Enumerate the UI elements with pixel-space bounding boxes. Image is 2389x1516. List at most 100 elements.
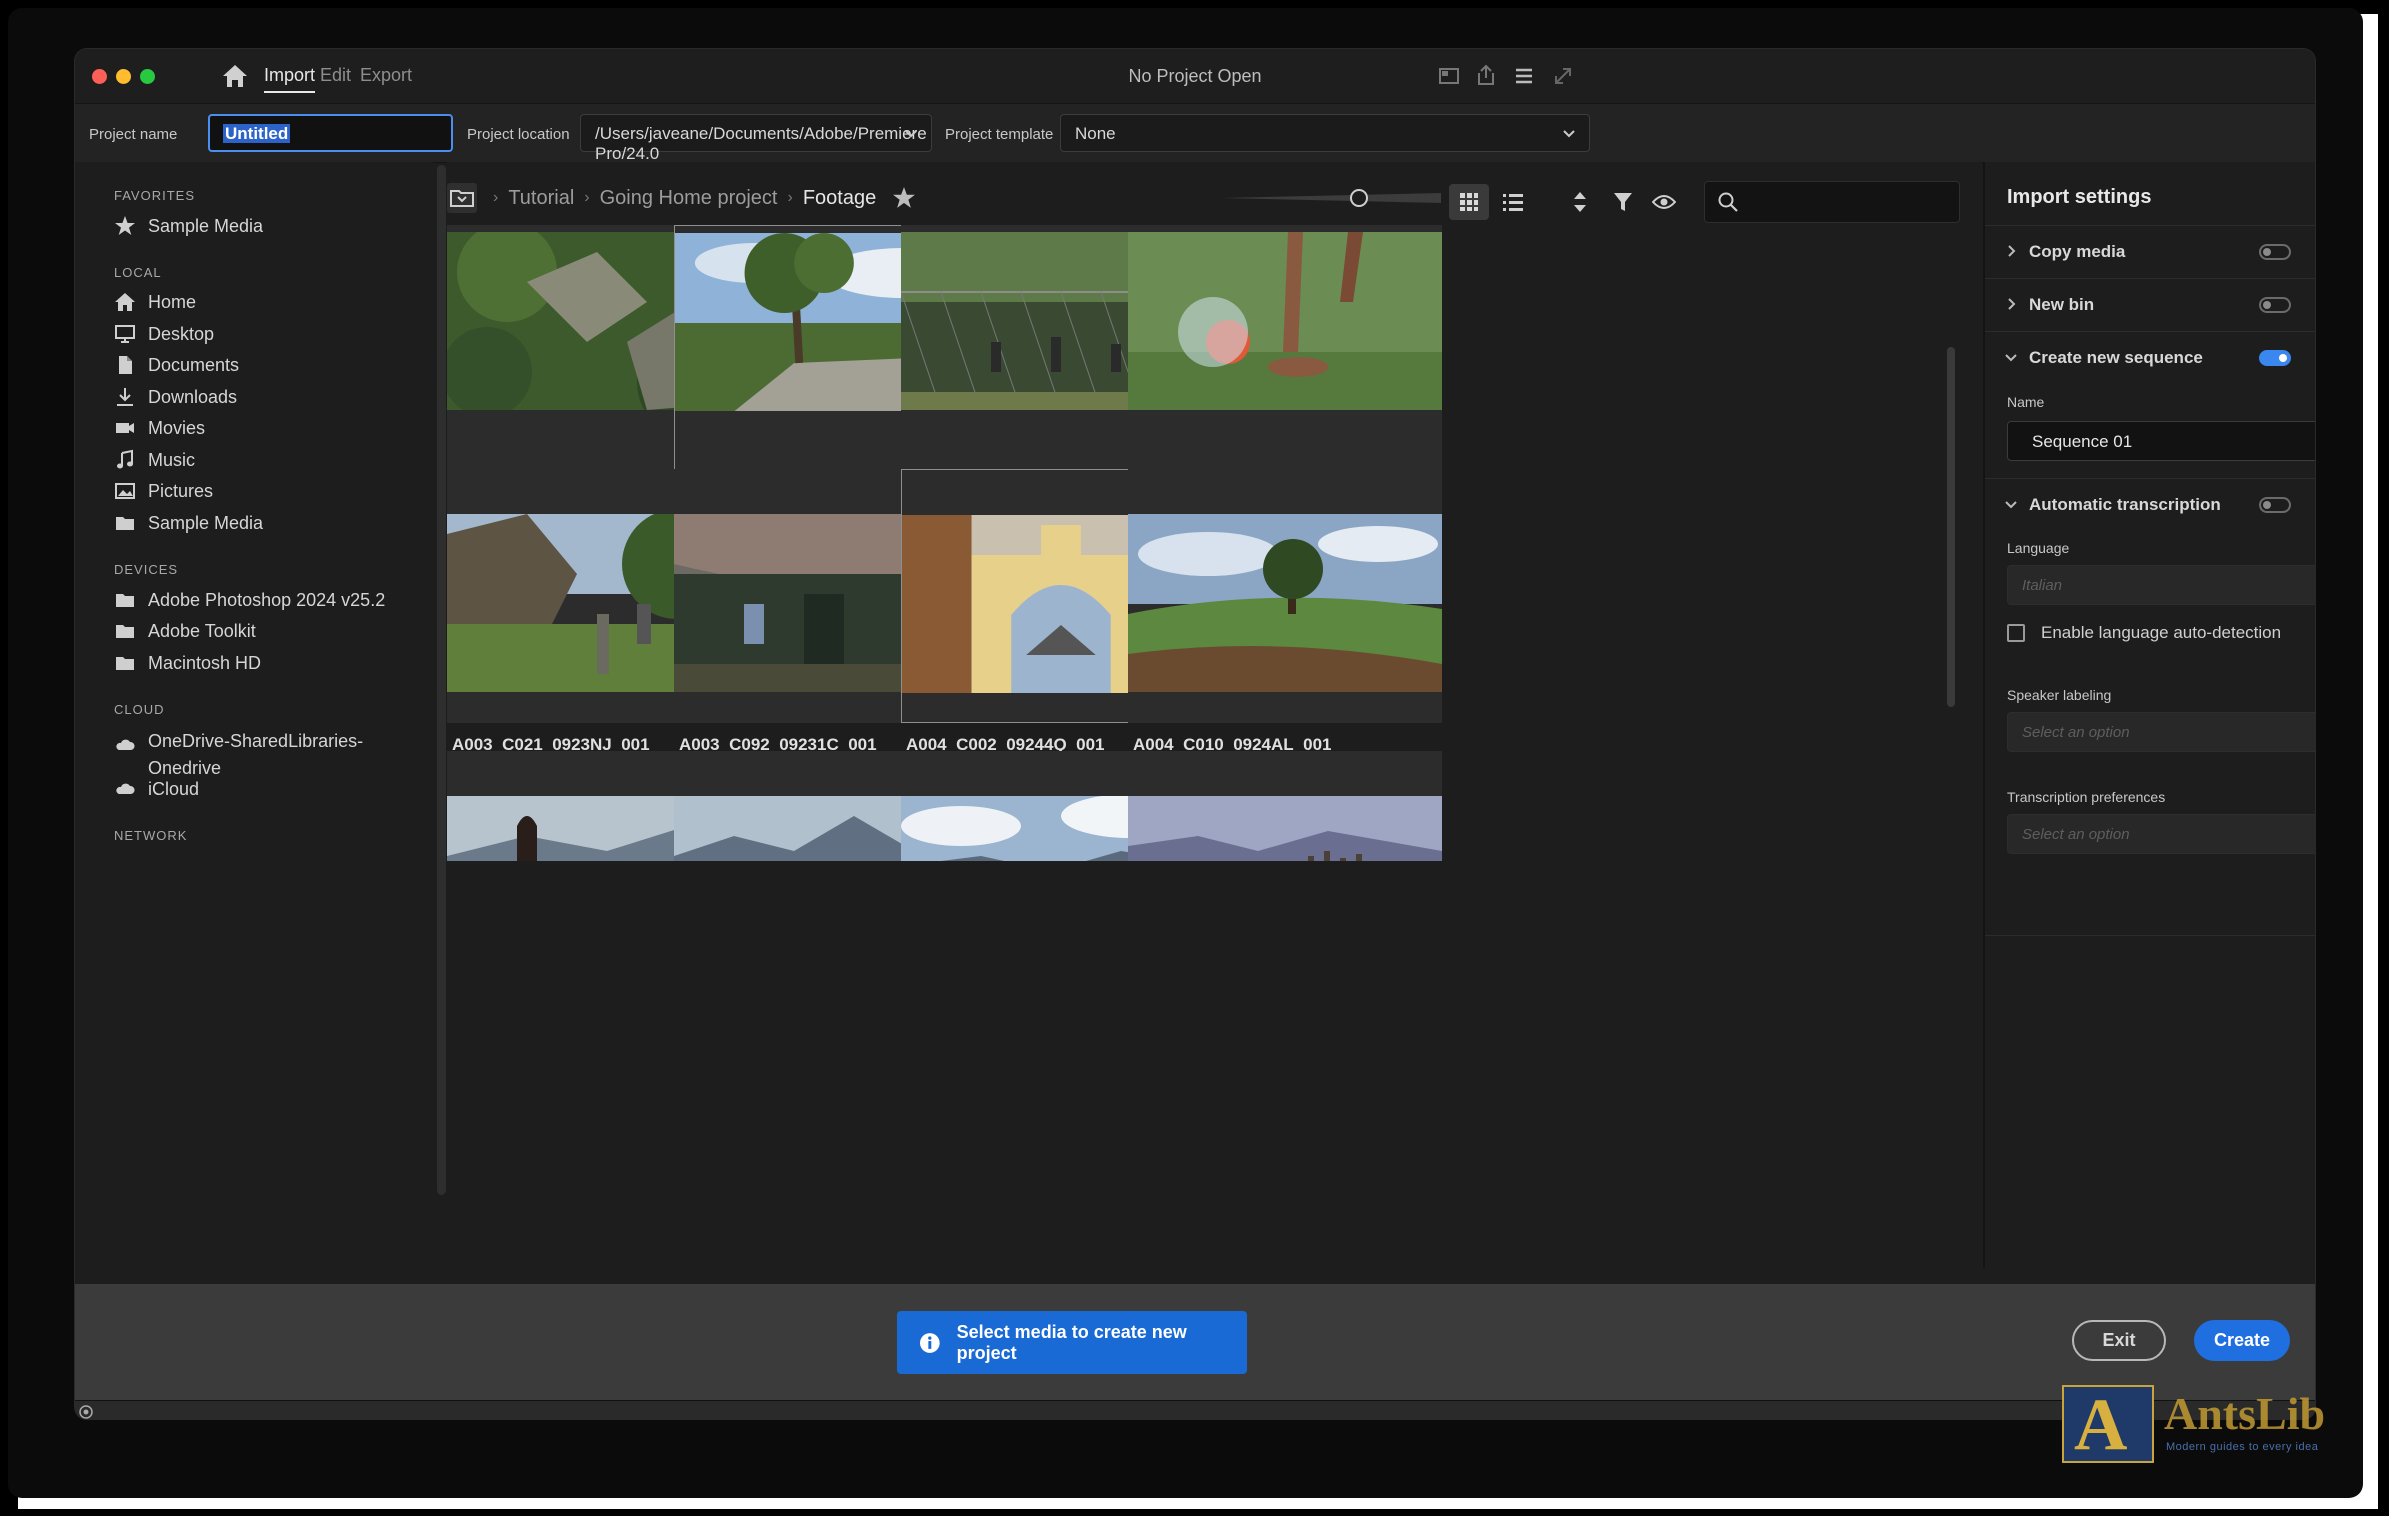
picture-icon — [115, 483, 135, 499]
chevron-down-icon[interactable] — [2005, 498, 2017, 510]
transcription-toggle[interactable] — [2259, 497, 2291, 513]
premiere-window: Import Edit Export No Project Open Proje… — [75, 49, 2315, 1419]
sidebar-item-label: Home — [148, 291, 197, 312]
sidebar-item-pictures[interactable]: Pictures — [114, 477, 213, 505]
chevron-right-icon — [2008, 298, 2016, 310]
speaker-labeling-dropdown[interactable]: Select an option — [2007, 712, 2315, 752]
clip-grid: A002_C018_0922BW_002MP4 • :01A002_C052_0… — [373, 162, 1908, 1268]
home-icon — [115, 293, 135, 311]
sidebar-item-label: Adobe Toolkit — [148, 620, 256, 641]
sidebar-item-desktop[interactable]: Desktop — [114, 320, 214, 348]
create-button[interactable]: Create — [2194, 1320, 2290, 1361]
sequence-name-input[interactable]: Sequence 01 — [2007, 421, 2315, 461]
sidebar-item-movies[interactable]: Movies — [114, 414, 205, 442]
checkbox-box[interactable] — [2007, 624, 2025, 642]
window-title: No Project Open — [1128, 66, 1262, 86]
download-icon — [117, 388, 133, 406]
media-browser: › Tutorial › Going Home project › Footag… — [447, 162, 1982, 1268]
language-value: Italian — [2022, 577, 2063, 594]
exit-button[interactable]: Exit — [2072, 1320, 2166, 1361]
chevron-down-icon[interactable] — [2005, 351, 2017, 363]
speaker-labeling-value: Select an option — [2022, 724, 2130, 741]
sidebar-item-label: Documents — [148, 354, 240, 375]
music-note-icon — [117, 449, 133, 469]
sidebar-item-label: Movies — [148, 417, 206, 438]
info-toast: Select media to create new project — [897, 1311, 1247, 1374]
sidebar-item-label: Downloads — [148, 386, 238, 407]
create-sequence-toggle[interactable] — [2259, 350, 2291, 366]
sidebar-item-sample-media-favorite[interactable]: Sample Media — [114, 212, 263, 240]
title-bar: Import Edit Export No Project Open — [75, 49, 2315, 103]
section-favorites: FAVORITES — [114, 188, 195, 203]
star-icon — [115, 216, 135, 235]
new-bin-row[interactable]: New bin — [1985, 278, 2315, 331]
section-network: NETWORK — [114, 828, 188, 843]
clip-thumbnail — [1128, 514, 1442, 692]
sidebar-item-label: OneDrive-SharedLibraries- — [148, 731, 364, 751]
speaker-labeling-label: Speaker labeling — [2007, 687, 2112, 703]
sidebar-item-label: Sample Media — [148, 215, 264, 236]
import-settings-title: Import settings — [2007, 186, 2152, 208]
clip-thumbnail-frame[interactable] — [1128, 751, 1442, 861]
fullscreen-icon[interactable] — [1548, 61, 1578, 91]
sidebar-item-icloud[interactable]: iCloud — [114, 775, 199, 803]
create-sequence-section: Create new sequence Name Sequence 01 — [1985, 331, 2315, 477]
sidebar-item-sample-media[interactable]: Sample Media — [114, 509, 263, 537]
sidebar-item-home[interactable]: Home — [114, 288, 196, 316]
movie-camera-icon — [116, 423, 134, 433]
cloud-icon — [116, 783, 135, 794]
autodetect-label: Enable language auto-detection — [2041, 623, 2282, 642]
folder-icon — [116, 517, 134, 530]
project-name-value: Untitled — [223, 124, 291, 143]
info-icon — [919, 1332, 940, 1353]
copy-media-toggle[interactable] — [2259, 244, 2291, 260]
clip-thumbnail-frame[interactable] — [1128, 225, 1442, 479]
project-template-dropdown[interactable]: None — [1060, 114, 1590, 152]
language-label: Language — [2007, 540, 2070, 556]
share-icon[interactable] — [1471, 61, 1501, 91]
transcription-prefs-label: Transcription preferences — [2007, 789, 2166, 805]
chevron-down-icon — [1563, 130, 1575, 138]
sidebar-item-label: Macintosh HD — [148, 652, 262, 673]
project-name-input[interactable]: Untitled — [208, 114, 453, 152]
watermark-tagline: Modern guides to every idea — [2166, 1441, 2319, 1453]
project-location-dropdown[interactable]: /Users/javeane/Documents/Adobe/Premiere … — [580, 114, 932, 163]
create-sequence-label: Create new sequence — [2029, 348, 2203, 367]
copy-media-row[interactable]: Copy media — [1985, 225, 2315, 278]
sidebar-item-documents[interactable]: Documents — [114, 351, 239, 379]
cloud-icon — [116, 739, 135, 750]
sidebar-item-adobe-toolkit[interactable]: Adobe Toolkit — [114, 617, 256, 645]
folder-icon — [116, 657, 134, 670]
folder-icon — [116, 594, 134, 607]
creative-cloud-icon[interactable] — [79, 1405, 93, 1419]
sidebar-item-music[interactable]: Music — [114, 446, 195, 474]
clip-thumbnail — [1128, 796, 1442, 861]
panel-layout-icon[interactable] — [1434, 61, 1464, 91]
clip-thumbnail-frame[interactable] — [1128, 469, 1442, 723]
sidebar-item-photoshop[interactable]: Adobe Photoshop 2024 v25.2 — [114, 586, 385, 614]
clip-card[interactable]: A004_C010_0924AL_001MP4 • :01 — [1128, 469, 1442, 782]
chevron-down-icon — [905, 130, 917, 138]
new-bin-toggle[interactable] — [2259, 297, 2291, 313]
clip-card[interactable] — [1128, 751, 1442, 861]
info-toast-text: Select media to create new project — [956, 1321, 1187, 1363]
grid-scrollbar[interactable] — [1947, 347, 1955, 707]
transcription-prefs-value: Select an option — [2022, 826, 2130, 843]
chevron-right-icon — [2008, 245, 2016, 257]
project-location-value: /Users/javeane/Documents/Adobe/Premiere … — [595, 124, 927, 163]
autodetect-checkbox[interactable]: Enable language auto-detection — [2007, 623, 2281, 643]
sidebar-item-label: Adobe Photoshop 2024 v25.2 — [148, 589, 386, 610]
status-bar — [75, 1400, 2315, 1419]
watermark: A AntsLib Modern guides to every idea — [2062, 1384, 2362, 1466]
transcription-prefs-dropdown[interactable]: Select an option — [2007, 814, 2315, 854]
watermark-brand: AntsLib — [2164, 1388, 2326, 1439]
panel-divider — [1985, 935, 2315, 936]
new-bin-label: New bin — [2029, 295, 2095, 314]
project-template-value: None — [1075, 124, 1116, 143]
workspace-menu-icon[interactable] — [1509, 61, 1539, 91]
language-dropdown[interactable]: Italian — [2007, 565, 2315, 605]
sidebar-item-downloads[interactable]: Downloads — [114, 383, 237, 411]
project-name-label: Project name — [89, 126, 178, 143]
sidebar-item-macintosh-hd[interactable]: Macintosh HD — [114, 649, 261, 677]
footer-bar: Select media to create new project Exit … — [75, 1284, 2315, 1400]
